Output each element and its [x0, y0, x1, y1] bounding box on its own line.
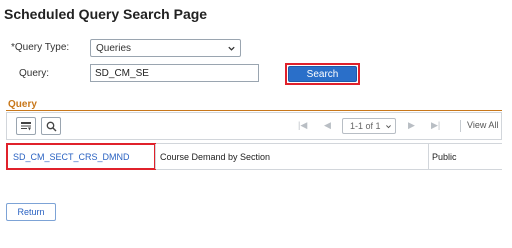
column-divider — [155, 144, 156, 169]
query-label: Query: — [19, 68, 50, 79]
query-type-label-text: Query Type: — [14, 42, 70, 53]
grid-title-underline — [6, 110, 502, 111]
first-page-icon[interactable]: |◀ — [298, 120, 307, 131]
view-all-link[interactable]: View All — [467, 120, 498, 130]
table-row: SD_CM_SECT_CRS_DMND Course Demand by Sec… — [6, 143, 502, 170]
grid-settings-icon — [21, 121, 31, 130]
query-access: Public — [432, 152, 457, 162]
page-title: Scheduled Query Search Page — [4, 6, 208, 22]
last-page-icon[interactable]: ▶| — [431, 120, 440, 131]
personalize-grid-button[interactable] — [16, 117, 36, 135]
find-button[interactable] — [41, 117, 61, 135]
query-name-link[interactable]: SD_CM_SECT_CRS_DMND — [13, 152, 130, 162]
query-type-select[interactable]: Queries — [90, 39, 241, 57]
query-description: Course Demand by Section — [160, 152, 271, 162]
chevron-down-icon — [228, 46, 235, 51]
query-type-value: Queries — [96, 42, 132, 54]
previous-page-icon[interactable]: ◀ — [324, 120, 331, 131]
return-button[interactable]: Return — [6, 203, 56, 221]
search-icon — [46, 121, 56, 131]
grid-toolbar: |◀ ◀ 1-1 of 1 ▶ ▶| View All — [6, 112, 502, 140]
query-input[interactable]: SD_CM_SE — [90, 64, 259, 82]
column-divider — [428, 144, 429, 169]
next-page-icon[interactable]: ▶ — [408, 120, 415, 131]
search-button[interactable]: Search — [288, 66, 357, 82]
toolbar-divider — [460, 120, 461, 132]
grid-title: Query — [8, 99, 37, 110]
query-type-label: *Query Type: — [11, 42, 69, 53]
row-range-value: 1-1 of 1 — [350, 121, 381, 131]
chevron-down-icon — [386, 125, 391, 129]
row-range-select[interactable]: 1-1 of 1 — [342, 118, 396, 134]
